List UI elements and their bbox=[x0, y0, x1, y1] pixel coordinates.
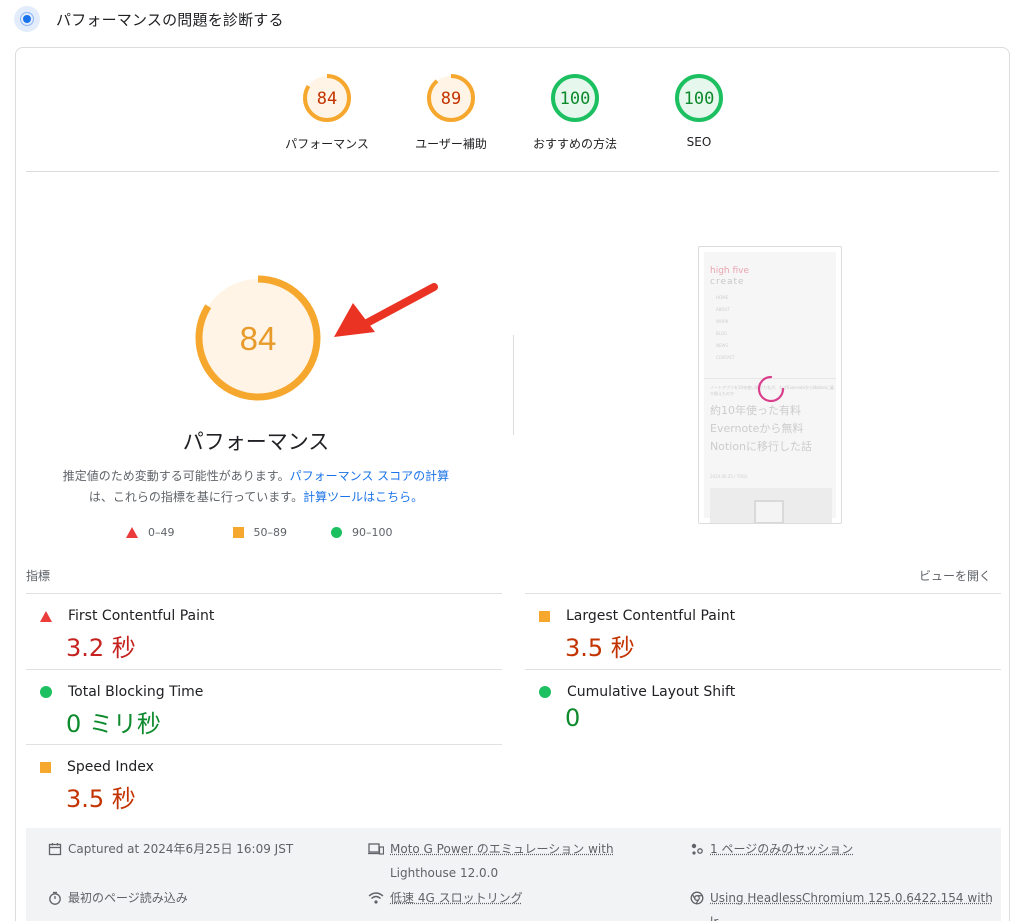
square-icon bbox=[539, 610, 550, 622]
lighthouse-icon bbox=[14, 6, 40, 32]
legend-pass: 90–100 bbox=[331, 526, 393, 539]
captured-at-text: Captured at 2024年6月25日 16:09 JST bbox=[68, 842, 294, 856]
gauge-seo[interactable]: 100 SEO bbox=[639, 72, 759, 149]
calendar-icon bbox=[48, 843, 62, 856]
expand-view-toggle[interactable]: ビューを開く bbox=[919, 567, 991, 584]
gauge-best-practices-score: 100 bbox=[560, 89, 591, 109]
network-throttling[interactable]: 低速 4G スロットリング bbox=[368, 886, 523, 910]
gauge-performance-ring: 84 bbox=[303, 74, 351, 122]
page-load-type-text: 最初のページ読み込み bbox=[68, 891, 188, 905]
metric-si-value: 3.5 秒 bbox=[66, 785, 136, 813]
gauge-best-practices-label: おすすめの方法 bbox=[532, 137, 617, 151]
square-icon bbox=[40, 761, 51, 773]
captured-at: Captured at 2024年6月25日 16:09 JST bbox=[48, 837, 293, 861]
metric-fcp-name: First Contentful Paint bbox=[68, 608, 215, 624]
devices-icon bbox=[368, 843, 384, 855]
page-screenshot-thumbnail[interactable]: high five create HOME ABOUT WORK BLOG NEW… bbox=[698, 246, 842, 524]
metric-fcp: First Contentful Paint 3.2 秒 bbox=[26, 593, 502, 669]
legend-average-label: 50–89 bbox=[253, 526, 288, 539]
calculator-link[interactable]: 計算ツールはこちら。 bbox=[303, 490, 423, 504]
thumbnail-heading: 約10年使った有料 Evernoteから無料 Notionに移行した話 bbox=[710, 404, 813, 453]
gauge-seo-score: 100 bbox=[684, 89, 715, 109]
performance-title: パフォーマンス bbox=[182, 430, 330, 454]
browser-info-text[interactable]: Using HeadlessChromium 125.0.6422.154 wi… bbox=[710, 886, 1001, 921]
session-icon bbox=[691, 843, 703, 855]
metric-cls: Cumulative Layout Shift 0 bbox=[525, 669, 1001, 745]
desc-text-2: は、これらの指標を基に行っています。 bbox=[88, 490, 304, 504]
metrics-heading: 指標 bbox=[26, 569, 51, 583]
gauge-accessibility-ring: 89 bbox=[427, 74, 475, 122]
device-emulation[interactable]: Moto G Power のエミュレーション with Lighthouse 12… bbox=[368, 837, 614, 885]
performance-description: 推定値のため変動する可能性があります。パフォーマンス スコアの計算 は、これらの… bbox=[46, 466, 466, 508]
loading-spinner-icon bbox=[757, 375, 785, 403]
timer-icon bbox=[49, 891, 61, 905]
gauge-accessibility-score: 89 bbox=[441, 89, 461, 109]
metric-tbt: Total Blocking Time 0 ミリ秒 bbox=[26, 669, 502, 745]
report-card: 84 パフォーマンス 89 ユーザー補助 100 おすすめの方法 100 SEO… bbox=[15, 47, 1010, 921]
score-calculation-link[interactable]: パフォーマンス スコアの計算 bbox=[290, 469, 450, 483]
triangle-icon bbox=[126, 527, 138, 538]
red-arrow-annotation bbox=[334, 283, 438, 337]
metric-si-name: Speed Index bbox=[67, 759, 154, 775]
performance-gauge: 84 bbox=[195, 275, 321, 401]
legend-average: 50–89 bbox=[232, 526, 288, 539]
thumbnail-menu: HOME ABOUT WORK BLOG NEWS CONTACT bbox=[716, 295, 735, 360]
page-load-type: 最初のページ読み込み bbox=[48, 886, 188, 910]
gauge-accessibility-label: ユーザー補助 bbox=[415, 137, 487, 151]
metric-lcp-name: Largest Contentful Paint bbox=[566, 608, 736, 624]
gauge-seo-label: SEO bbox=[686, 135, 712, 149]
gauge-performance-score: 84 bbox=[317, 89, 337, 109]
gauge-performance-label: パフォーマンス bbox=[285, 137, 369, 151]
metric-si: Speed Index 3.5 秒 bbox=[26, 744, 502, 820]
legend-fail: 0–49 bbox=[126, 526, 175, 539]
gauge-performance[interactable]: 84 パフォーマンス bbox=[267, 72, 387, 152]
metric-tbt-value: 0 ミリ秒 bbox=[66, 710, 161, 738]
lighthouse-version-text: Lighthouse 12.0.0 bbox=[390, 866, 499, 880]
gauge-seo-ring: 100 bbox=[675, 74, 723, 122]
category-gauges: 84 パフォーマンス 89 ユーザー補助 100 おすすめの方法 100 SEO bbox=[16, 48, 1009, 172]
circle-icon bbox=[40, 686, 52, 698]
metric-fcp-value: 3.2 秒 bbox=[66, 634, 136, 662]
gauge-best-practices-ring: 100 bbox=[551, 74, 599, 122]
gauge-accessibility[interactable]: 89 ユーザー補助 bbox=[391, 72, 511, 152]
runtime-settings: Captured at 2024年6月25日 16:09 JST Moto G … bbox=[26, 828, 1001, 921]
square-icon bbox=[232, 527, 244, 538]
metric-cls-value: 0 bbox=[565, 704, 581, 732]
score-legend: 0–49 50–89 90–100 bbox=[126, 526, 423, 539]
page-title: パフォーマンスの問題を診断する bbox=[56, 10, 284, 29]
session-type[interactable]: 1 ページのみのセッション bbox=[690, 837, 853, 861]
circle-icon bbox=[539, 686, 551, 698]
performance-score: 84 bbox=[240, 320, 277, 357]
wifi-icon bbox=[368, 892, 384, 904]
metric-tbt-name: Total Blocking Time bbox=[68, 684, 204, 700]
thumbnail-logo: high five create bbox=[710, 266, 750, 287]
chrome-icon bbox=[690, 891, 704, 905]
vertical-divider bbox=[513, 335, 514, 435]
gauge-best-practices[interactable]: 100 おすすめの方法 bbox=[515, 72, 635, 152]
thumbnail-meta: 2024.06.25 / TOOL bbox=[710, 474, 748, 479]
session-type-text[interactable]: 1 ページのみのセッション bbox=[710, 837, 853, 861]
triangle-icon bbox=[40, 610, 52, 622]
section-divider bbox=[26, 171, 999, 172]
desc-text-1: 推定値のため変動する可能性があります。 bbox=[62, 469, 290, 483]
network-throttling-text[interactable]: 低速 4G スロットリング bbox=[390, 886, 523, 910]
legend-fail-label: 0–49 bbox=[148, 526, 175, 539]
metric-lcp: Largest Contentful Paint 3.5 秒 bbox=[525, 593, 1001, 669]
legend-pass-label: 90–100 bbox=[352, 526, 393, 539]
device-emulation-text[interactable]: Moto G Power のエミュレーション with bbox=[390, 842, 614, 856]
thumbnail-image bbox=[710, 488, 832, 523]
metric-cls-name: Cumulative Layout Shift bbox=[567, 684, 736, 700]
page-header: パフォーマンスの問題を診断する bbox=[14, 4, 284, 34]
browser-info[interactable]: Using HeadlessChromium 125.0.6422.154 wi… bbox=[690, 886, 1001, 921]
metric-lcp-value: 3.5 秒 bbox=[565, 634, 635, 662]
circle-icon bbox=[331, 527, 342, 538]
